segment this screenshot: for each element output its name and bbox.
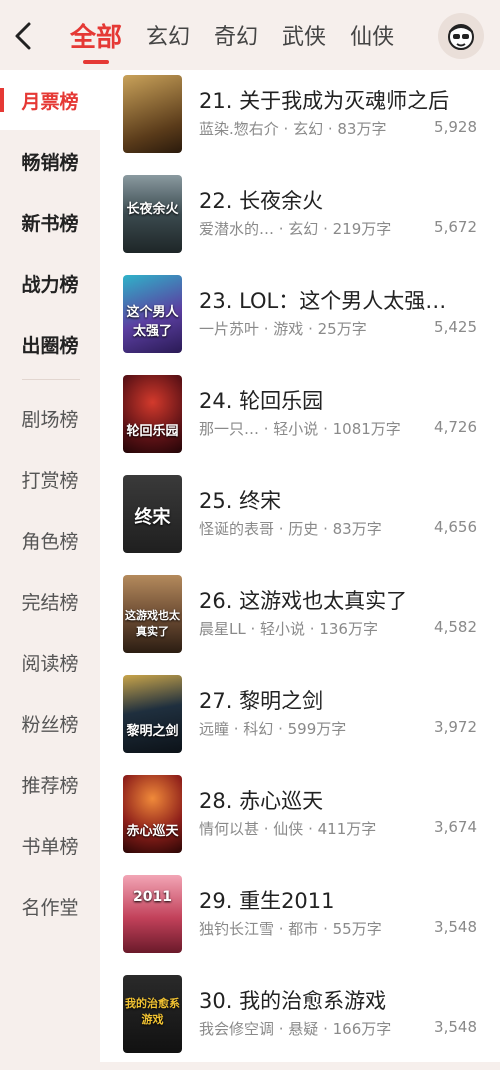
tab-xianxia[interactable]: 仙侠: [350, 19, 394, 51]
book-meta: 我会修空调 · 悬疑 · 166万字: [199, 1020, 392, 1038]
book-meta: 晨星LL · 轻小说 · 136万字: [199, 620, 378, 638]
sidebar-item-theater[interactable]: 剧场榜: [0, 388, 100, 448]
sidebar-item-completed[interactable]: 完结榜: [0, 571, 100, 631]
book-title: 28. 赤心巡天: [199, 789, 324, 813]
book-meta: 独钓长江雪 · 都市 · 55万字: [199, 920, 382, 938]
book-cover: 2011: [123, 875, 182, 953]
sidebar-item-new-books[interactable]: 新书榜: [0, 192, 100, 252]
book-cover: [123, 75, 182, 153]
book-cover: 这个男人太强了: [123, 275, 182, 353]
list-item[interactable]: 我的治愈系游戏 30. 我的治愈系游戏 我会修空调 · 悬疑 · 166万字 3…: [100, 970, 500, 1070]
book-cover: 长夜余火: [123, 175, 182, 253]
sidebar-item-fans[interactable]: 粉丝榜: [0, 693, 100, 753]
category-tabs: 全部 玄幻 奇幻 武侠 仙侠: [70, 0, 418, 70]
tab-all[interactable]: 全部: [70, 17, 122, 54]
book-title: 24. 轮回乐园: [199, 389, 324, 413]
book-title: 26. 这游戏也太真实了: [199, 589, 408, 613]
ranking-sidebar: 月票榜 畅销榜 新书榜 战力榜 出圈榜 剧场榜 打赏榜 角色榜 完结榜 阅读榜 …: [0, 70, 100, 1062]
list-item[interactable]: 终宋 25. 终宋 怪诞的表哥 · 历史 · 83万字 4,656: [100, 470, 500, 570]
ticket-count: 5,928: [434, 118, 477, 136]
book-cover: 终宋: [123, 475, 182, 553]
book-meta: 怪诞的表哥 · 历史 · 83万字: [199, 520, 382, 538]
book-title: 22. 长夜余火: [199, 189, 324, 213]
ticket-count: 3,972: [434, 718, 477, 736]
list-item[interactable]: 21. 关于我成为灭魂师之后 蓝染.惣右介 · 玄幻 · 83万字 5,928: [100, 70, 500, 170]
avatar[interactable]: [438, 13, 484, 59]
sidebar-divider: [22, 379, 80, 380]
book-title: 27. 黎明之剑: [199, 689, 324, 713]
book-title: 25. 终宋: [199, 489, 282, 513]
ticket-count: 3,674: [434, 818, 477, 836]
book-meta: 一片苏叶 · 游戏 · 25万字: [199, 320, 367, 338]
tab-wuxia[interactable]: 武侠: [282, 19, 326, 51]
book-meta: 情何以甚 · 仙侠 · 411万字: [199, 820, 377, 838]
sidebar-item-booklist[interactable]: 书单榜: [0, 815, 100, 875]
book-cover: 轮回乐园: [123, 375, 182, 453]
list-item[interactable]: 这个男人太强了 23. LOL：这个男人太强… 一片苏叶 · 游戏 · 25万字…: [100, 270, 500, 370]
list-item[interactable]: 轮回乐园 24. 轮回乐园 那一只… · 轻小说 · 1081万字 4,726: [100, 370, 500, 470]
tab-qihuan[interactable]: 奇幻: [214, 19, 258, 51]
list-item[interactable]: 赤心巡天 28. 赤心巡天 情何以甚 · 仙侠 · 411万字 3,674: [100, 770, 500, 870]
ticket-count: 3,548: [434, 918, 477, 936]
book-cover: 黎明之剑: [123, 675, 182, 753]
book-meta: 蓝染.惣右介 · 玄幻 · 83万字: [199, 120, 387, 138]
sidebar-item-bestseller[interactable]: 畅销榜: [0, 131, 100, 191]
back-icon[interactable]: [12, 20, 36, 52]
sidebar-item-power[interactable]: 战力榜: [0, 253, 100, 313]
book-meta: 爱潜水的… · 玄幻 · 219万字: [199, 220, 392, 238]
ticket-count: 3,548: [434, 1018, 477, 1036]
sidebar-item-monthly-ticket[interactable]: 月票榜: [0, 70, 100, 130]
sidebar-item-reading[interactable]: 阅读榜: [0, 632, 100, 692]
sidebar-item-hall-of-fame[interactable]: 名作堂: [0, 876, 100, 936]
sidebar-item-recommend[interactable]: 推荐榜: [0, 754, 100, 814]
top-bar: 全部 玄幻 奇幻 武侠 仙侠: [0, 0, 500, 70]
book-title: 21. 关于我成为灭魂师之后: [199, 89, 450, 113]
book-title: 29. 重生2011: [199, 889, 335, 913]
sidebar-item-characters[interactable]: 角色榜: [0, 510, 100, 570]
book-cover: 赤心巡天: [123, 775, 182, 853]
ticket-count: 4,582: [434, 618, 477, 636]
list-item[interactable]: 长夜余火 22. 长夜余火 爱潜水的… · 玄幻 · 219万字 5,672: [100, 170, 500, 270]
ticket-count: 4,656: [434, 518, 477, 536]
book-meta: 远瞳 · 科幻 · 599万字: [199, 720, 347, 738]
ticket-count: 4,726: [434, 418, 477, 436]
book-meta: 那一只… · 轻小说 · 1081万字: [199, 420, 401, 438]
book-cover: 这游戏也太真实了: [123, 575, 182, 653]
sidebar-item-tipping[interactable]: 打赏榜: [0, 449, 100, 509]
character-avatar-icon: [448, 24, 474, 50]
ticket-count: 5,672: [434, 218, 477, 236]
tab-xuanhuan[interactable]: 玄幻: [146, 19, 190, 51]
sidebar-item-breakout[interactable]: 出圈榜: [0, 314, 100, 374]
ticket-count: 5,425: [434, 318, 477, 336]
book-title: 23. LOL：这个男人太强…: [199, 289, 447, 313]
list-item[interactable]: 这游戏也太真实了 26. 这游戏也太真实了 晨星LL · 轻小说 · 136万字…: [100, 570, 500, 670]
book-cover: 我的治愈系游戏: [123, 975, 182, 1053]
list-item[interactable]: 2011 29. 重生2011 独钓长江雪 · 都市 · 55万字 3,548: [100, 870, 500, 970]
book-ranking-list: 21. 关于我成为灭魂师之后 蓝染.惣右介 · 玄幻 · 83万字 5,928 …: [100, 70, 500, 1062]
book-title: 30. 我的治愈系游戏: [199, 989, 387, 1013]
list-item[interactable]: 黎明之剑 27. 黎明之剑 远瞳 · 科幻 · 599万字 3,972: [100, 670, 500, 770]
